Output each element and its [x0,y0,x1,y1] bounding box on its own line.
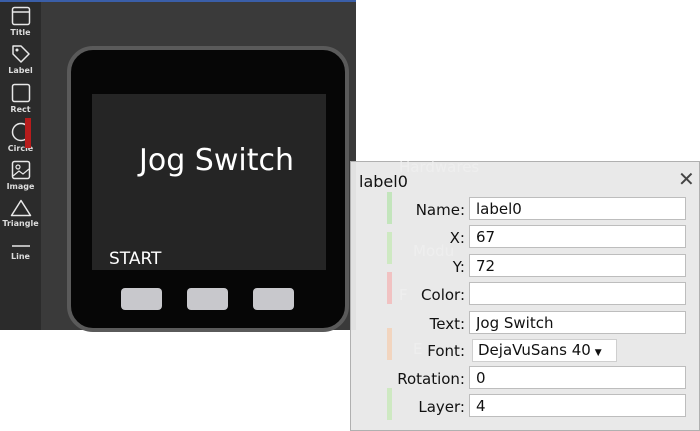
text-field[interactable] [469,311,686,334]
font-select-value: DejaVuSans 40 [478,341,591,359]
ui-editor: Title Label Rect Circle Image Triangle L… [0,0,700,431]
tool-rect-label: Rect [10,105,31,114]
line-icon [11,245,30,247]
tool-circle[interactable]: Circle [0,122,41,153]
tool-image[interactable]: Image [0,160,41,191]
device-button-b[interactable] [187,288,228,310]
tool-image-label: Image [6,182,35,191]
screen-label-start[interactable]: START [109,249,161,269]
device-screen[interactable] [92,94,326,270]
close-icon[interactable]: ✕ [678,167,695,191]
y-label: Y: [452,258,465,276]
device-button-a[interactable] [121,288,162,310]
tool-palette: Title Label Rect Circle Image Triangle L… [0,0,41,330]
dropdown-arrow-icon: ▼ [594,348,602,358]
triangle-icon [10,199,31,217]
ghost-hardwares: Hardwares [399,158,480,176]
tool-triangle-label: Triangle [2,219,39,228]
dialog-title: label0 [359,172,408,191]
layer-label: Layer: [418,398,465,416]
tool-circle-label: Circle [7,144,34,153]
x-field[interactable] [469,225,686,248]
device-side-button[interactable] [25,118,31,148]
device-button-c[interactable] [253,288,294,310]
tool-label-label: Label [8,66,33,75]
image-icon [11,160,30,180]
x-label: X: [449,229,465,247]
tool-title-label: Title [10,28,31,37]
layer-field[interactable] [469,394,686,417]
font-select[interactable]: DejaVuSans 40 ▼ [472,339,617,362]
screen-label-jog-switch[interactable]: Jog Switch [139,143,294,178]
color-field[interactable] [469,282,686,305]
tool-rect[interactable]: Rect [0,83,41,114]
rotation-label: Rotation: [397,370,465,388]
tool-title[interactable]: Title [0,6,41,37]
y-field[interactable] [469,254,686,277]
tag-icon [11,45,30,63]
rect-icon [11,83,30,103]
title-icon [11,6,30,26]
text-label: Text: [429,315,465,333]
rotation-field[interactable] [469,366,686,389]
name-field[interactable] [469,197,686,220]
tool-triangle[interactable]: Triangle [0,199,41,228]
tool-label[interactable]: Label [0,44,41,75]
font-label: Font: [427,342,465,360]
color-label: Color: [421,286,465,304]
tool-line[interactable]: Line [0,242,41,261]
tool-line-label: Line [11,252,30,261]
name-label: Name: [415,201,465,219]
